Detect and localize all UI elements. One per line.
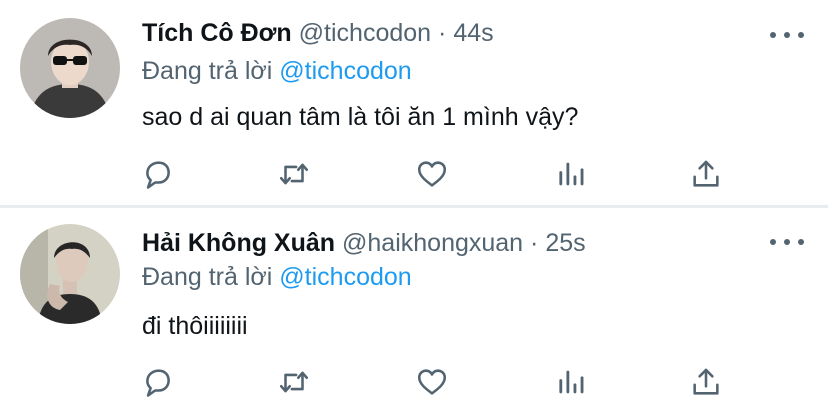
- reply-icon: [146, 369, 170, 397]
- avatar[interactable]: [20, 224, 120, 324]
- more-icon[interactable]: [770, 232, 804, 252]
- tweet[interactable]: Hải Không Xuân @haikhongxuan · 25s Đang …: [0, 208, 828, 416]
- retweet-button[interactable]: [272, 152, 316, 196]
- more-icon[interactable]: [770, 25, 804, 45]
- replying-to: Đang trả lời @tichcodon: [142, 263, 412, 292]
- action-bar: [0, 152, 828, 196]
- heart-icon: [417, 369, 447, 395]
- share-button[interactable]: [684, 360, 728, 404]
- mention-link[interactable]: @tichcodon: [279, 57, 411, 85]
- like-button[interactable]: [410, 152, 454, 196]
- reply-icon: [146, 161, 170, 189]
- replying-to-label: Đang trả lời: [142, 263, 273, 291]
- tweet-text: sao d ai quan tâm là tôi ăn 1 mình vậy?: [142, 103, 579, 131]
- action-bar: [0, 360, 828, 404]
- analytics-button[interactable]: [548, 152, 592, 196]
- retweet-icon: [279, 163, 309, 185]
- avatar[interactable]: [20, 18, 120, 118]
- reply-button[interactable]: [136, 152, 180, 196]
- heart-icon: [417, 161, 447, 187]
- display-name[interactable]: Tích Cô Đơn: [142, 19, 292, 47]
- tweet[interactable]: Tích Cô Đơn @tichcodon · 44s Đang trả lờ…: [0, 0, 828, 206]
- mention-link[interactable]: @tichcodon: [279, 263, 411, 291]
- separator-dot: ·: [438, 19, 447, 47]
- share-icon: [693, 368, 719, 395]
- tweet-text: đi thôiiiiiiii: [142, 312, 248, 340]
- replying-to: Đang trả lời @tichcodon: [142, 57, 412, 86]
- like-button[interactable]: [410, 360, 454, 404]
- analytics-button[interactable]: [548, 360, 592, 404]
- tweet-header: Tích Cô Đơn @tichcodon · 44s: [142, 19, 494, 48]
- tweet-header: Hải Không Xuân @haikhongxuan · 25s: [142, 229, 586, 258]
- share-icon: [693, 160, 719, 187]
- username[interactable]: @tichcodon: [299, 19, 431, 47]
- username[interactable]: @haikhongxuan: [342, 229, 523, 257]
- replying-to-label: Đang trả lời: [142, 57, 273, 85]
- timestamp[interactable]: 25s: [545, 229, 585, 257]
- separator-dot: ·: [530, 229, 539, 257]
- display-name[interactable]: Hải Không Xuân: [142, 229, 335, 257]
- timestamp[interactable]: 44s: [453, 19, 493, 47]
- analytics-icon: [559, 162, 584, 186]
- reply-button[interactable]: [136, 360, 180, 404]
- retweet-icon: [279, 371, 309, 393]
- analytics-icon: [559, 370, 584, 394]
- share-button[interactable]: [684, 152, 728, 196]
- retweet-button[interactable]: [272, 360, 316, 404]
